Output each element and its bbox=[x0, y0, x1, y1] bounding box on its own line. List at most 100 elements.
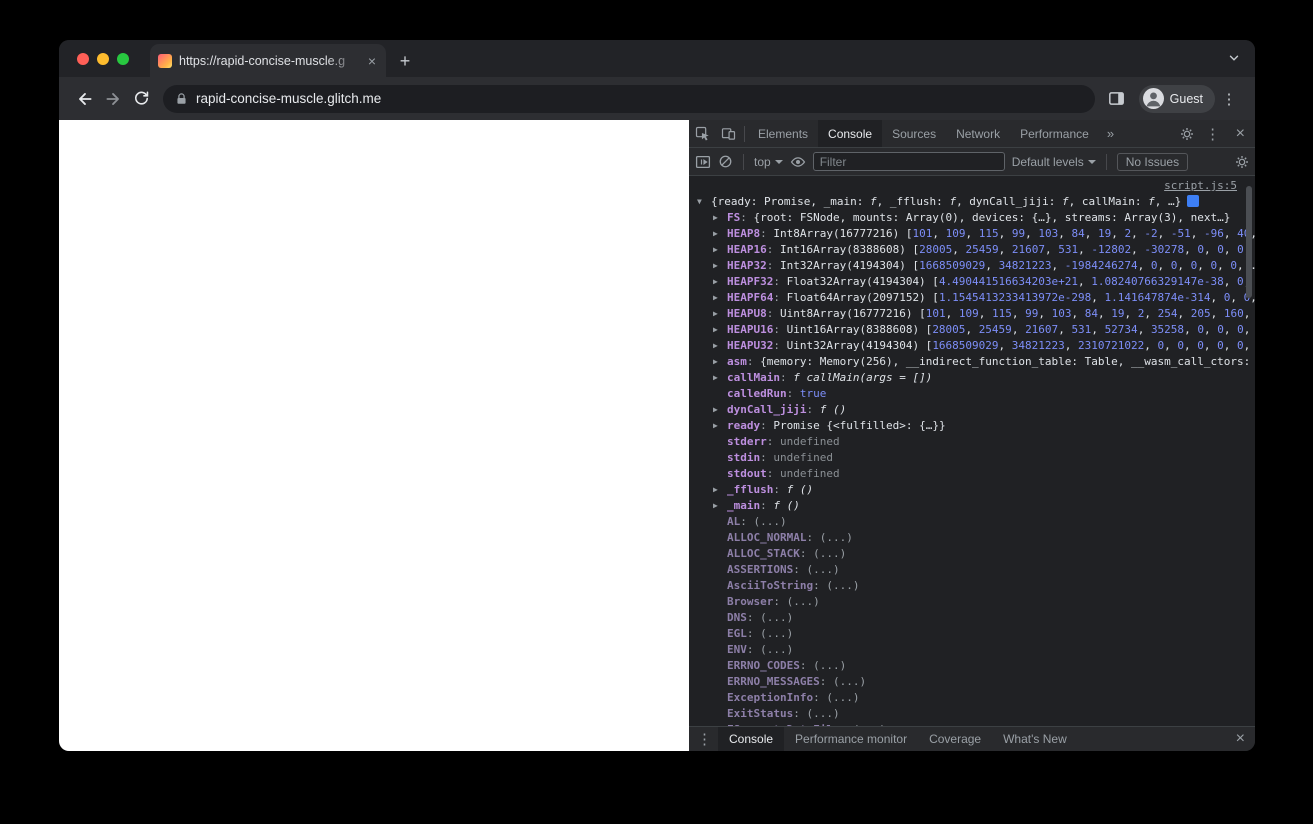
tab-close-icon[interactable]: × bbox=[366, 54, 378, 68]
tab-search-chevron-icon[interactable] bbox=[1227, 51, 1241, 65]
property-value: Promise {<fulfilled>: {…}} bbox=[773, 419, 946, 432]
property-value[interactable]: (...) bbox=[826, 579, 859, 592]
profile-label: Guest bbox=[1169, 91, 1203, 106]
side-panel-icon[interactable] bbox=[1103, 85, 1131, 113]
disclosure-triangle-icon[interactable]: ▶ bbox=[713, 242, 727, 258]
property-value: Int8Array(16777216) [101, 109, 115, 99, … bbox=[773, 227, 1255, 240]
disclosure-triangle-icon[interactable]: ▶ bbox=[713, 338, 727, 354]
drawer-menu-icon[interactable]: ⋮ bbox=[689, 730, 718, 748]
more-tabs-icon[interactable]: » bbox=[1099, 126, 1122, 141]
close-window-button[interactable] bbox=[77, 53, 89, 65]
browser-window: https://rapid-concise-muscle.g × + rapid… bbox=[59, 40, 1255, 751]
drawer-tab-what-s-new[interactable]: What's New bbox=[992, 727, 1078, 751]
property-value[interactable]: (...) bbox=[760, 611, 793, 624]
live-expression-eye-icon[interactable] bbox=[790, 154, 806, 170]
page-content[interactable] bbox=[59, 120, 689, 751]
console-row: ERRNO_MESSAGES: (...) bbox=[727, 675, 867, 688]
disclosure-triangle-icon[interactable]: ▶ bbox=[713, 322, 727, 338]
property-value[interactable]: (...) bbox=[853, 723, 886, 726]
console-row: ALLOC_NORMAL: (...) bbox=[727, 531, 853, 544]
reload-button[interactable] bbox=[127, 85, 155, 113]
property-value[interactable]: (...) bbox=[820, 531, 853, 544]
log-levels-selector[interactable]: Default levels bbox=[1012, 155, 1096, 169]
execution-context-selector[interactable]: top bbox=[754, 155, 783, 169]
zoom-window-button[interactable] bbox=[117, 53, 129, 65]
property-name: FS bbox=[727, 211, 741, 224]
property-value[interactable]: (...) bbox=[813, 547, 846, 560]
address-bar[interactable]: rapid-concise-muscle.glitch.me bbox=[163, 84, 1095, 113]
disclosure-triangle-icon[interactable]: ▶ bbox=[713, 290, 727, 306]
devtools-tab-network[interactable]: Network bbox=[946, 120, 1010, 147]
console-row: ▶ _main: f () bbox=[713, 498, 800, 514]
devtools-menu-icon[interactable]: ⋮ bbox=[1200, 120, 1226, 147]
property-name: HEAPU16 bbox=[727, 323, 774, 336]
minimize-window-button[interactable] bbox=[97, 53, 109, 65]
devtools-close-icon[interactable]: × bbox=[1226, 125, 1255, 143]
disclosure-triangle-icon[interactable]: ▶ bbox=[713, 418, 727, 434]
property-value[interactable]: (...) bbox=[760, 643, 793, 656]
property-value[interactable]: (...) bbox=[787, 595, 820, 608]
property-name: _fflush bbox=[727, 483, 774, 496]
console-row: ▶ ready: Promise {<fulfilled>: {…}} bbox=[713, 418, 946, 434]
console-row: stdin: undefined bbox=[727, 451, 833, 464]
device-toolbar-icon[interactable] bbox=[715, 120, 741, 147]
property-value[interactable]: (...) bbox=[754, 515, 787, 528]
disclosure-triangle-icon[interactable]: ▶ bbox=[713, 258, 727, 274]
property-name: asm bbox=[727, 355, 747, 368]
drawer-close-icon[interactable]: × bbox=[1226, 730, 1255, 748]
console-row: ERRNO_CODES: (...) bbox=[727, 659, 847, 672]
console-scrollbar[interactable] bbox=[1246, 186, 1252, 298]
disclosure-triangle-icon[interactable]: ▶ bbox=[713, 482, 727, 498]
disclosure-triangle-icon[interactable]: ▶ bbox=[713, 402, 727, 418]
property-value[interactable]: (...) bbox=[833, 675, 866, 688]
property-value[interactable]: (...) bbox=[806, 707, 839, 720]
property-value: Float32Array(4194304) [4.490441516634203… bbox=[786, 275, 1255, 288]
console-messages: script.js:5 ▼ {ready: Promise, _main: f, … bbox=[689, 176, 1255, 726]
devtools-tabbar: Elements Console Sources Network Performance… bbox=[689, 120, 1255, 148]
disclosure-triangle-icon[interactable]: ▶ bbox=[713, 226, 727, 242]
forward-button[interactable] bbox=[99, 85, 127, 113]
property-value[interactable]: (...) bbox=[813, 659, 846, 672]
devtools-tab-console[interactable]: Console bbox=[818, 120, 883, 147]
console-row: ▶ HEAPU8: Uint8Array(16777216) [101, 109,… bbox=[689, 306, 1255, 322]
disclosure-triangle-icon[interactable]: ▶ bbox=[713, 498, 727, 514]
disclosure-triangle-icon[interactable]: ▶ bbox=[713, 210, 727, 226]
browser-menu-icon[interactable]: ⋮ bbox=[1215, 85, 1243, 113]
console-row: ▶ callMain: f callMain(args = []) bbox=[713, 370, 933, 386]
property-name: stdin bbox=[727, 451, 761, 464]
panel-settings-gear-icon[interactable] bbox=[1174, 120, 1200, 147]
console-sidebar-toggle-icon[interactable] bbox=[695, 154, 711, 170]
profile-chip[interactable]: Guest bbox=[1138, 84, 1215, 113]
browser-tab[interactable]: https://rapid-concise-muscle.g × bbox=[150, 44, 386, 77]
drawer-tab-coverage[interactable]: Coverage bbox=[918, 727, 992, 751]
property-value[interactable]: (...) bbox=[760, 627, 793, 640]
console-row: ▶ dynCall_jiji: f () bbox=[713, 402, 847, 418]
inspect-element-icon[interactable] bbox=[689, 120, 715, 147]
console-row: ▶ FS: {root: FSNode, mounts: Array(0), de… bbox=[713, 210, 1231, 226]
issues-button[interactable]: No Issues bbox=[1116, 152, 1189, 171]
console-toolbar: top Default levels No Issues bbox=[689, 148, 1255, 176]
console-settings-gear-icon[interactable] bbox=[1235, 155, 1249, 169]
disclosure-triangle-icon[interactable]: ▶ bbox=[713, 370, 727, 386]
console-row: ▼ {ready: Promise, _main: f, _fflush: f, … bbox=[689, 194, 1255, 210]
disclosure-triangle-icon[interactable]: ▶ bbox=[713, 274, 727, 290]
property-name: callMain bbox=[727, 371, 780, 384]
devtools-tab-sources[interactable]: Sources bbox=[882, 120, 946, 147]
console-object-icon[interactable] bbox=[1187, 195, 1200, 207]
property-value[interactable]: (...) bbox=[826, 691, 859, 704]
console-filter-input[interactable] bbox=[812, 152, 1005, 171]
devtools-tab-performance[interactable]: Performance bbox=[1010, 120, 1099, 147]
new-tab-button[interactable]: + bbox=[392, 48, 418, 74]
devtools-tab-elements[interactable]: Elements bbox=[748, 120, 818, 147]
drawer-tab-console[interactable]: Console bbox=[718, 727, 785, 751]
disclosure-triangle-icon[interactable]: ▼ bbox=[697, 194, 711, 210]
console-source-link[interactable]: script.js:5 bbox=[1164, 179, 1237, 192]
property-value[interactable]: (...) bbox=[806, 563, 839, 576]
drawer-tab-performance-monitor[interactable]: Performance monitor bbox=[784, 727, 918, 751]
console-row: stdout: undefined bbox=[727, 467, 840, 480]
back-button[interactable] bbox=[71, 85, 99, 113]
clear-console-icon[interactable] bbox=[718, 154, 733, 169]
disclosure-triangle-icon[interactable]: ▶ bbox=[713, 306, 727, 322]
disclosure-triangle-icon[interactable]: ▶ bbox=[713, 354, 727, 370]
property-name: ExceptionInfo bbox=[727, 691, 814, 704]
